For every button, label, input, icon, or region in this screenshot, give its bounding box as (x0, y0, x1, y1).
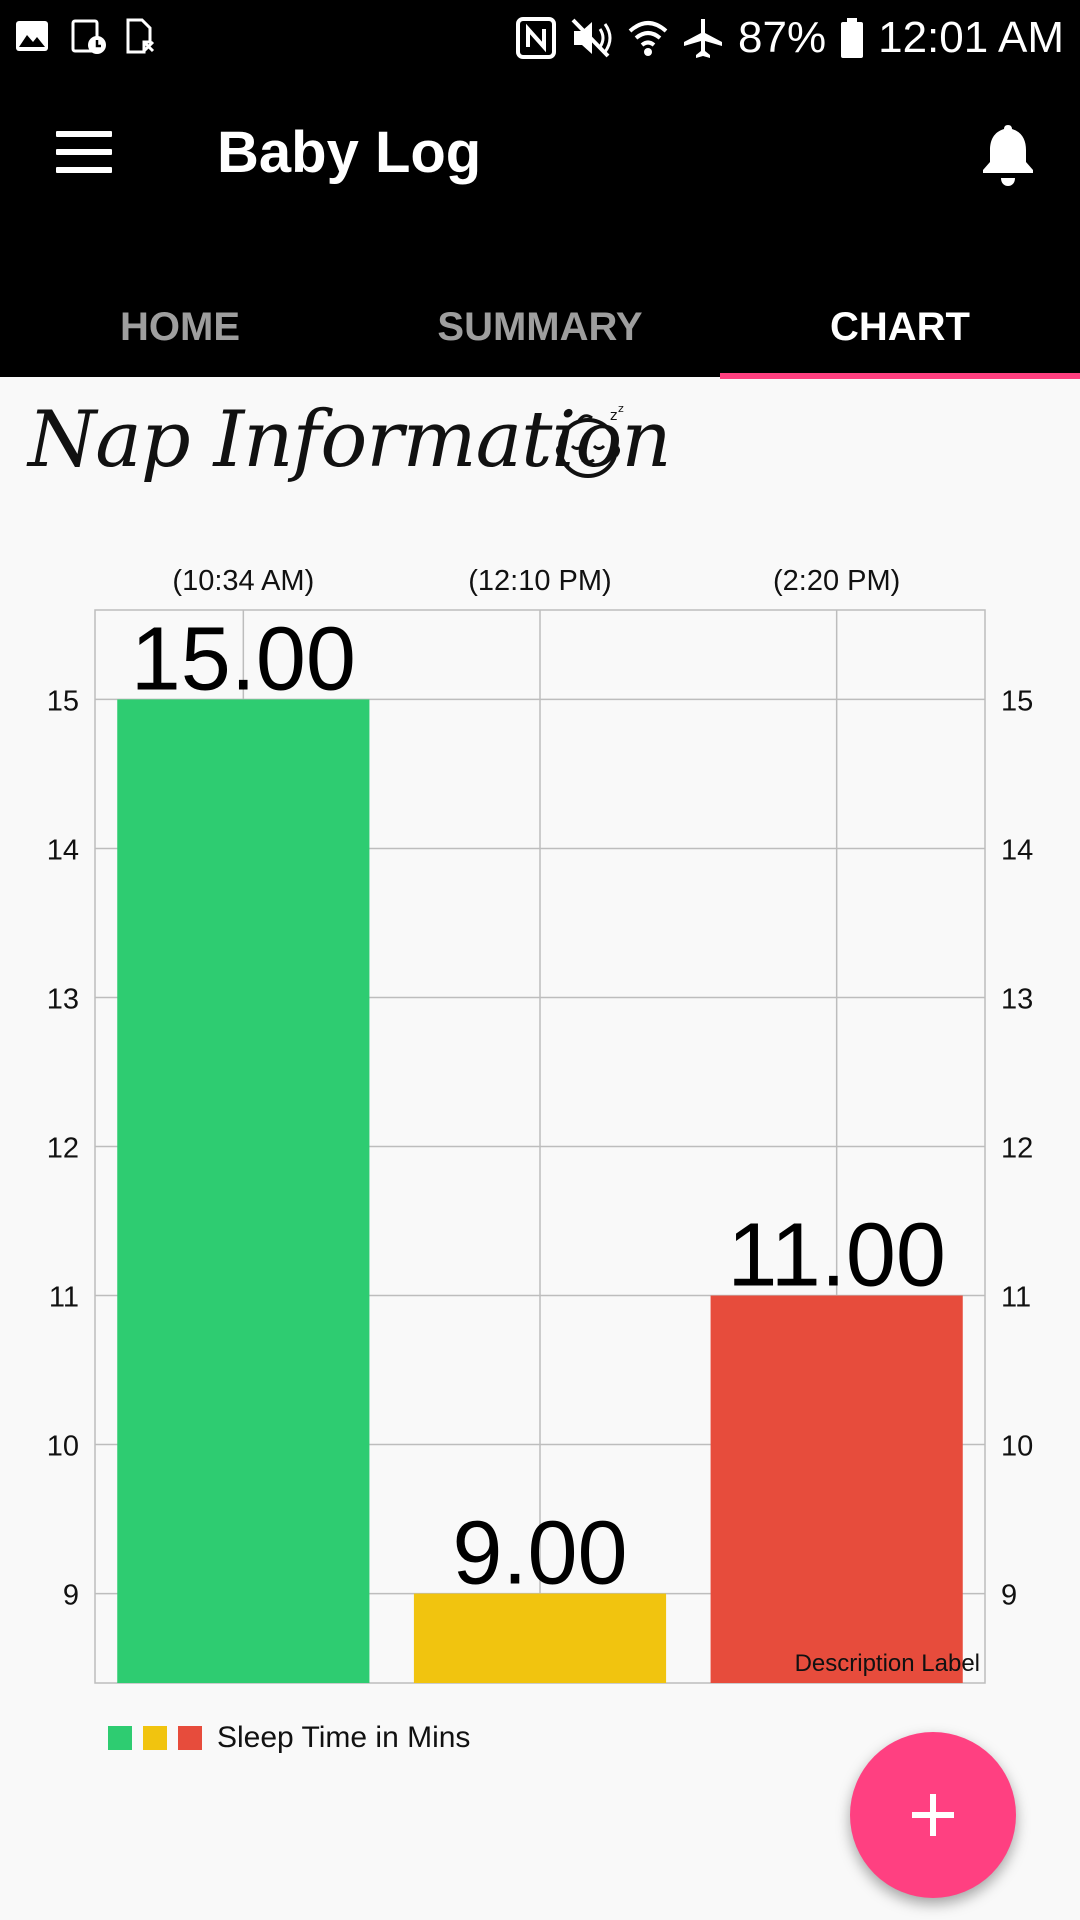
mute-icon (571, 18, 612, 58)
tab-chart[interactable]: CHART (720, 297, 1080, 379)
plus-icon (912, 1794, 954, 1836)
y-tick-left: 11 (49, 1282, 79, 1314)
bar-value-label: 15.00 (131, 609, 356, 709)
legend-swatch-3 (178, 1726, 202, 1750)
y-tick-right: 11 (1001, 1282, 1031, 1314)
app-bar: Baby Log HOME SUMMARY CHART (0, 75, 1080, 379)
y-tick-right: 9 (1001, 1580, 1017, 1612)
tab-summary[interactable]: SUMMARY (360, 297, 720, 377)
y-tick-left: 9 (63, 1580, 79, 1612)
bar (117, 699, 370, 1683)
y-tick-right: 10 (1001, 1431, 1033, 1463)
y-tick-left: 13 (47, 983, 79, 1015)
svg-text:z: z (610, 408, 617, 424)
sleeping-baby-icon: z z (555, 404, 624, 478)
x-category-label: (12:10 PM) (468, 565, 611, 597)
svg-text:z: z (618, 404, 624, 415)
y-tick-right: 15 (1001, 685, 1033, 717)
x-category-label: (2:20 PM) (773, 565, 900, 597)
y-tick-left: 14 (47, 834, 79, 866)
status-bar: 87% 12:01 AM (0, 0, 1080, 75)
app-title: Baby Log (217, 120, 482, 185)
nap-bar-chart: 9 9 10 10 11 11 12 12 13 13 14 14 15 15 15.00 (10:34 AM… (47, 565, 1033, 1684)
y-tick-right: 13 (1001, 983, 1033, 1015)
bar (710, 1295, 963, 1683)
bar-value-label: 9.00 (452, 1504, 627, 1604)
bell-icon[interactable] (978, 121, 1038, 187)
schedule-icon (71, 19, 106, 54)
tab-home[interactable]: HOME (0, 297, 360, 377)
battery-percent: 87% (738, 13, 827, 62)
y-tick-right: 14 (1001, 834, 1033, 866)
y-tick-right: 12 (1001, 1133, 1033, 1165)
add-entry-button[interactable] (850, 1732, 1016, 1898)
wifi-icon (628, 21, 668, 56)
bar (413, 1593, 667, 1683)
tab-bar: HOME SUMMARY CHART (0, 297, 1080, 379)
x-category-label: (10:34 AM) (172, 565, 314, 597)
hamburger-menu-icon[interactable] (56, 131, 112, 173)
gallery-icon (16, 21, 48, 51)
y-tick-left: 10 (47, 1431, 79, 1463)
legend-swatch-1 (108, 1726, 132, 1750)
bar-value-label: 11.00 (727, 1206, 946, 1306)
y-tick-left: 12 (47, 1133, 79, 1165)
clock: 12:01 AM (878, 13, 1064, 62)
legend-swatch-2 (143, 1726, 167, 1750)
legend-label: Sleep Time in Mins (217, 1721, 471, 1754)
battery-icon (841, 18, 864, 58)
sim-icon (126, 18, 155, 54)
status-right: 87% 12:01 AM (516, 10, 1064, 66)
airplane-icon (684, 19, 723, 58)
chart-legend: Sleep Time in Mins (108, 1718, 470, 1758)
nfc-icon (516, 17, 557, 59)
y-tick-left: 15 (47, 685, 79, 717)
chart-description-label: Description Label (795, 1650, 980, 1677)
